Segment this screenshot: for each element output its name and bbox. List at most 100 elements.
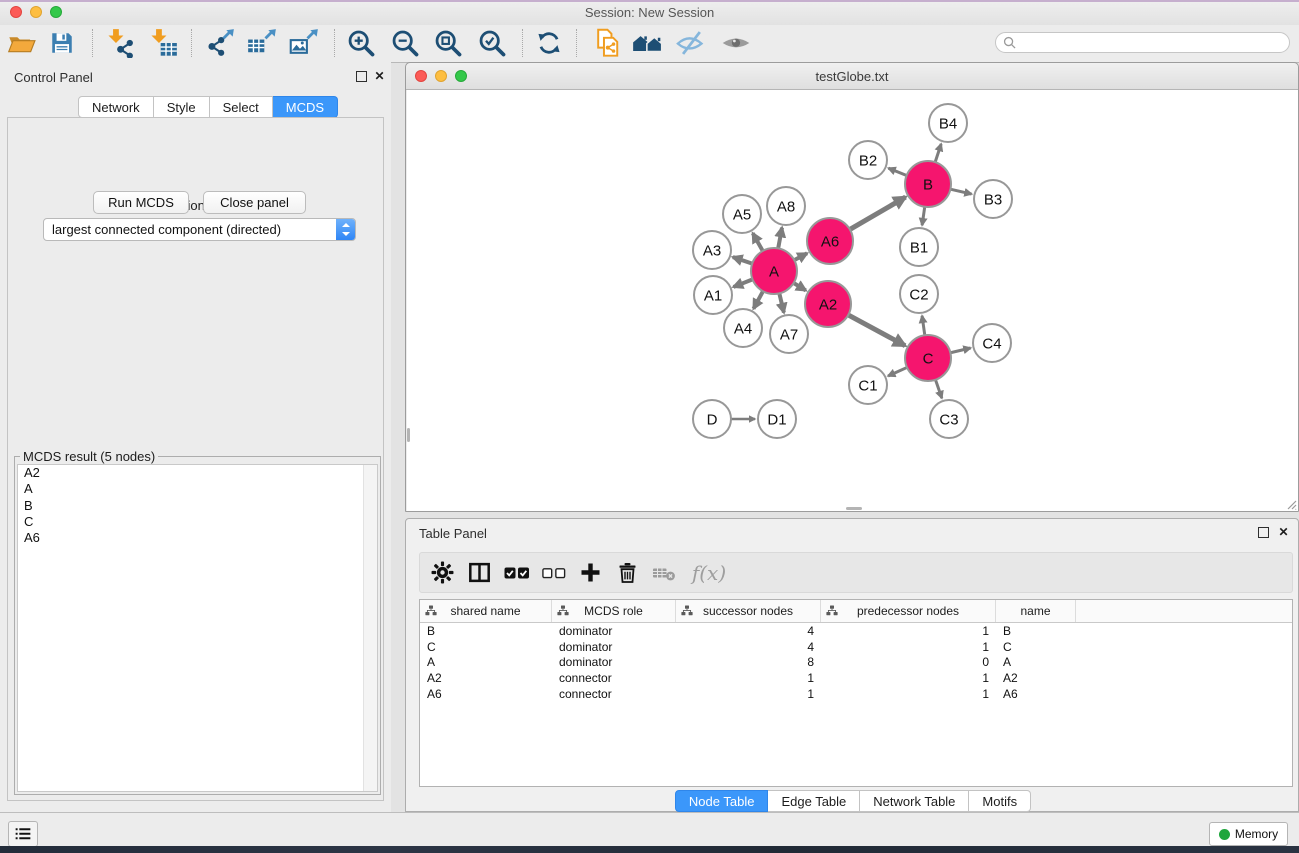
tab-mcds[interactable]: MCDS	[273, 96, 338, 118]
search-input[interactable]	[1020, 35, 1289, 51]
graph-node-A6[interactable]: A6	[807, 218, 853, 264]
graph-node-B3[interactable]: B3	[974, 180, 1012, 218]
table-float-button[interactable]	[1257, 526, 1270, 539]
table-row[interactable]: A2connector11A2	[420, 670, 1292, 686]
graph-edge-C-C3[interactable]	[935, 380, 941, 398]
vertical-scroll-indicator[interactable]	[407, 428, 410, 442]
hide-selected-button[interactable]	[670, 26, 710, 60]
tab-motifs[interactable]: Motifs	[969, 790, 1031, 812]
graph-node-C2[interactable]: C2	[900, 275, 938, 313]
graph-edge-C-C2[interactable]	[922, 316, 925, 335]
result-list-item[interactable]: B	[18, 498, 377, 514]
graph-edge-A-A5[interactable]	[753, 233, 763, 251]
add-column-button[interactable]	[572, 556, 609, 590]
delete-column-button[interactable]	[609, 556, 646, 590]
zoom-fit-button[interactable]	[428, 26, 468, 60]
tab-node-table[interactable]: Node Table	[675, 790, 769, 812]
graph-node-C[interactable]: C	[905, 335, 951, 381]
float-panel-button[interactable]	[355, 70, 368, 83]
table-row[interactable]: Cdominator41C	[420, 639, 1292, 655]
zoom-selected-button[interactable]	[472, 26, 512, 60]
graph-node-A2[interactable]: A2	[805, 281, 851, 327]
import-table-button[interactable]	[143, 26, 183, 60]
result-list-item[interactable]: A2	[18, 465, 377, 481]
table-row[interactable]: Adominator80A	[420, 655, 1292, 671]
table-row[interactable]: Bdominator41B	[420, 623, 1292, 639]
show-all-button[interactable]	[716, 26, 756, 60]
graph-edge-B-B1[interactable]	[922, 207, 925, 225]
result-list-item[interactable]: A6	[18, 530, 377, 546]
save-session-button[interactable]	[42, 26, 82, 60]
zoom-in-button[interactable]	[341, 26, 381, 60]
graph-node-A3[interactable]: A3	[693, 231, 731, 269]
graph-node-A5[interactable]: A5	[723, 195, 761, 233]
import-network-button[interactable]	[100, 26, 140, 60]
deselect-all-button[interactable]	[535, 556, 572, 590]
tab-network-table[interactable]: Network Table	[860, 790, 969, 812]
create-network-view-button[interactable]	[588, 26, 628, 60]
graph-node-B1[interactable]: B1	[900, 228, 938, 266]
graph-node-A4[interactable]: A4	[724, 309, 762, 347]
table-row[interactable]: A6connector11A6	[420, 686, 1292, 702]
delete-table-button[interactable]	[646, 556, 683, 590]
criterion-select[interactable]: largest connected component (directed)	[43, 218, 356, 241]
graph-node-D1[interactable]: D1	[758, 400, 796, 438]
function-builder-button[interactable]: f(x)	[683, 556, 731, 590]
export-image-button[interactable]	[284, 26, 324, 60]
export-network-button[interactable]	[200, 26, 240, 60]
mcds-result-list[interactable]: A2ABCA6	[17, 464, 378, 792]
column-header-successor-nodes[interactable]: successor nodes	[676, 600, 821, 622]
table-close-button[interactable]: ✕	[1277, 526, 1290, 539]
column-header-shared-name[interactable]: shared name	[420, 600, 552, 622]
column-header-mcds-role[interactable]: MCDS role	[552, 600, 676, 622]
graph-edge-A2-C[interactable]	[848, 315, 905, 346]
open-session-button[interactable]	[2, 26, 42, 60]
graph-node-B2[interactable]: B2	[849, 141, 887, 179]
select-all-button[interactable]	[498, 556, 535, 590]
refresh-view-button[interactable]	[529, 26, 569, 60]
export-table-button[interactable]	[242, 26, 282, 60]
search-field[interactable]	[995, 32, 1290, 53]
graph-edge-B-B2[interactable]	[888, 168, 906, 175]
memory-button[interactable]: Memory	[1209, 822, 1288, 846]
graph-edge-A-A4[interactable]	[754, 291, 764, 308]
tab-network[interactable]: Network	[78, 96, 154, 118]
graph-node-A[interactable]: A	[751, 248, 797, 294]
graph-edge-B-B4[interactable]	[935, 144, 941, 162]
result-list-item[interactable]: C	[18, 514, 377, 530]
graph-node-C4[interactable]: C4	[973, 324, 1011, 362]
tab-style[interactable]: Style	[154, 96, 210, 118]
column-header-name[interactable]: name	[996, 600, 1076, 622]
graph-edge-A-A2[interactable]	[794, 283, 806, 290]
graph-node-C3[interactable]: C3	[930, 400, 968, 438]
graph-edge-C-C4[interactable]	[950, 348, 970, 353]
graph-node-A7[interactable]: A7	[770, 315, 808, 353]
graph-edge-A-A8[interactable]	[778, 228, 782, 249]
graph-edge-A6-B[interactable]	[850, 197, 906, 229]
graph-edge-A-A6[interactable]	[794, 253, 807, 260]
graph-node-A1[interactable]: A1	[694, 276, 732, 314]
graph-node-B[interactable]: B	[905, 161, 951, 207]
close-panel-button[interactable]: ✕	[373, 70, 386, 83]
resize-grip-icon[interactable]	[1285, 498, 1297, 510]
result-list-item[interactable]: A	[18, 481, 377, 497]
run-mcds-button[interactable]: Run MCDS	[93, 191, 189, 214]
network-graph[interactable]: AA1A2A3A4A5A6A7A8BB1B2B3B4CC1C2C3C4DD1	[407, 90, 1298, 511]
first-neighbors-button[interactable]	[628, 26, 668, 60]
graph-edge-A-A3[interactable]	[733, 257, 752, 264]
graph-edge-B-B3[interactable]	[950, 189, 971, 194]
graph-node-C1[interactable]: C1	[849, 366, 887, 404]
table-settings-button[interactable]	[424, 556, 461, 590]
close-panel-action-button[interactable]: Close panel	[203, 191, 306, 214]
zoom-out-button[interactable]	[385, 26, 425, 60]
graph-node-B4[interactable]: B4	[929, 104, 967, 142]
graph-edge-C-C1[interactable]	[888, 367, 907, 376]
graph-edge-A-A7[interactable]	[779, 293, 784, 312]
show-columns-button[interactable]	[461, 556, 498, 590]
horizontal-scroll-indicator[interactable]	[846, 507, 862, 510]
graph-node-A8[interactable]: A8	[767, 187, 805, 225]
network-canvas[interactable]: AA1A2A3A4A5A6A7A8BB1B2B3B4CC1C2C3C4DD1	[407, 90, 1298, 511]
tab-edge-table[interactable]: Edge Table	[768, 790, 860, 812]
column-header-predecessor-nodes[interactable]: predecessor nodes	[821, 600, 996, 622]
show-panels-button[interactable]	[8, 821, 38, 847]
